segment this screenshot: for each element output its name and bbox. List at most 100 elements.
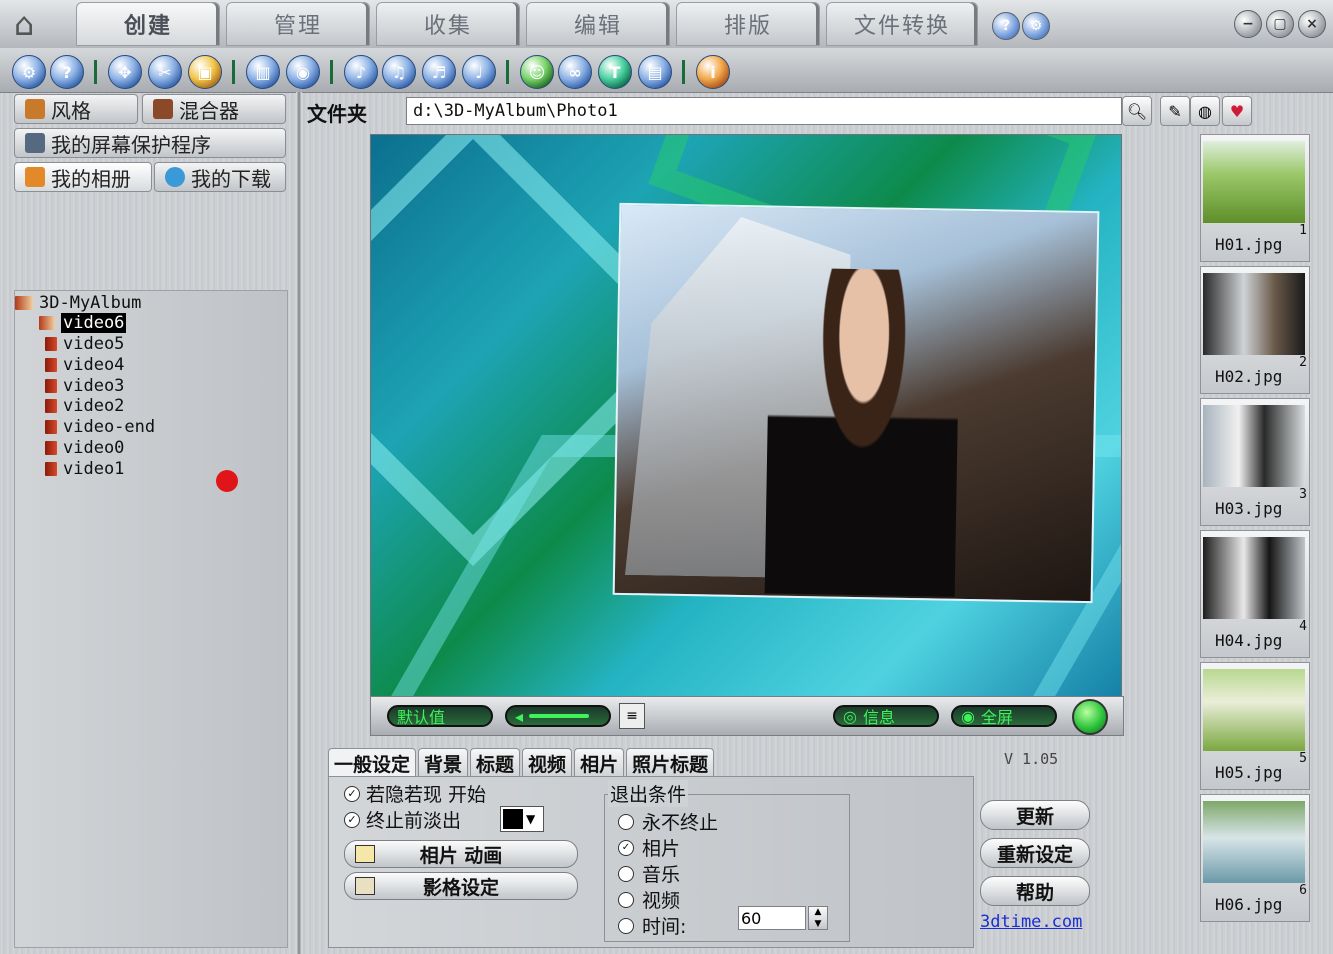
thumbnail[interactable]: 1 H01.jpg <box>1200 134 1310 262</box>
tree-item[interactable]: video3 <box>45 376 124 396</box>
tab-photo-title[interactable]: 照片标题 <box>626 748 715 777</box>
thumbnail-image <box>1203 669 1305 751</box>
arrow-down-icon[interactable]: ▼ <box>815 919 822 929</box>
tab-my-albums[interactable]: 我的相册 <box>14 162 152 192</box>
tab-video[interactable]: 视频 <box>522 748 573 777</box>
close-icon[interactable]: × <box>1298 10 1326 38</box>
thumbnail[interactable]: 6 H06.jpg <box>1200 794 1310 922</box>
music-edit-icon[interactable]: ♬ <box>422 55 456 89</box>
music-icon[interactable]: ♪ <box>344 55 378 89</box>
thumbnail[interactable]: 3 H03.jpg <box>1200 398 1310 526</box>
tab-file-convert[interactable]: 文件转换 <box>826 2 978 46</box>
arrow-up-icon[interactable]: ▲ <box>815 907 822 917</box>
frame-icon[interactable]: ▤ <box>638 55 672 89</box>
website-link[interactable]: 3dtime.com <box>980 912 1082 932</box>
fullscreen-button[interactable]: ◉ 全屏 <box>951 705 1057 727</box>
info-button[interactable]: ◎ 信息 <box>833 705 939 727</box>
tab-my-downloads[interactable]: 我的下载 <box>154 162 286 192</box>
tab-manage[interactable]: 管理 <box>226 2 370 46</box>
book-icon[interactable]: ▥ <box>246 55 280 89</box>
tab-general[interactable]: 一般设定 <box>328 748 417 777</box>
mixer-label: 混合器 <box>179 98 239 123</box>
maximize-icon[interactable]: ▢ <box>1266 10 1294 38</box>
tree-item[interactable]: video-end <box>45 417 155 437</box>
home-icon[interactable]: ⌂ <box>4 4 44 44</box>
tree-item-label: video-end <box>63 417 156 437</box>
info-icon[interactable]: i <box>696 55 730 89</box>
fade-color-picker[interactable]: ▼ <box>500 806 544 832</box>
exit-music-radio[interactable]: 音乐 <box>618 860 680 887</box>
tab-edit[interactable]: 编辑 <box>526 2 670 46</box>
cd-icon[interactable]: ◉ <box>286 55 320 89</box>
info-icon: ◎ <box>843 706 857 726</box>
tab-title[interactable]: 标题 <box>470 748 521 777</box>
settings-icon[interactable]: ⚙ <box>1022 12 1050 40</box>
checkmark-icon: ✓ <box>344 811 360 828</box>
tree-item[interactable]: video6 <box>39 313 127 333</box>
style-button[interactable]: 风格 <box>14 94 138 124</box>
tab-create[interactable]: 创建 <box>76 2 220 46</box>
exit-time-radio[interactable]: 时间: <box>618 912 686 939</box>
help-icon[interactable]: ? <box>992 12 1020 40</box>
thumbnail-number: 3 <box>1299 487 1307 502</box>
tab-photo[interactable]: 相片 <box>574 748 625 777</box>
fade-out-checkbox[interactable]: ✓ 终止前淡出 <box>344 806 461 833</box>
move-icon[interactable]: ✥ <box>108 55 142 89</box>
exit-photo-radio[interactable]: ✓ 相片 <box>618 834 680 861</box>
preview-screen[interactable] <box>370 134 1122 698</box>
play-button[interactable] <box>1072 699 1108 735</box>
tree-item-label: video6 <box>61 313 127 333</box>
tree-item[interactable]: video2 <box>45 396 124 416</box>
gear-icon[interactable]: ⚙ <box>12 55 46 89</box>
mixer-button[interactable]: 混合器 <box>142 94 286 124</box>
fade-in-checkbox[interactable]: ✓ 若隐若现 开始 <box>344 780 486 807</box>
exit-video-radio[interactable]: 视频 <box>618 886 680 913</box>
fullscreen-icon: ◉ <box>961 706 975 726</box>
screensaver-button[interactable]: 我的屏幕保护程序 <box>14 128 286 158</box>
exit-condition-title: 退出条件 <box>608 780 689 807</box>
minimize-icon[interactable]: − <box>1234 10 1262 38</box>
tab-background[interactable]: 背景 <box>418 748 469 777</box>
tools-icon[interactable]: ✂ <box>148 55 182 89</box>
thumbnail[interactable]: 2 H02.jpg <box>1200 266 1310 394</box>
photo-animation-label: 相片 动画 <box>419 844 503 867</box>
music-add-icon[interactable]: ♫ <box>382 55 416 89</box>
tree-item[interactable]: video4 <box>45 355 124 375</box>
default-button[interactable]: 默认值 <box>387 705 493 727</box>
tree-item[interactable]: video1 <box>45 459 124 479</box>
thumbnail-number: 4 <box>1299 619 1307 634</box>
frame-settings-button[interactable]: 影格设定 <box>344 872 578 900</box>
text-icon[interactable]: T <box>598 55 632 89</box>
version-label: V 1.05 <box>1004 750 1059 768</box>
volume-slider[interactable]: ◂ <box>505 705 611 727</box>
reset-button[interactable]: 重新设定 <box>980 838 1090 868</box>
thumbnail-name: H02.jpg <box>1215 367 1283 386</box>
update-button[interactable]: 更新 <box>980 800 1090 830</box>
list-icon[interactable]: ≡ <box>619 703 645 729</box>
time-input[interactable]: 60 <box>738 906 806 930</box>
frame-icon <box>355 845 375 863</box>
time-stepper[interactable]: ▲ ▼ <box>808 906 828 930</box>
music-delete-icon[interactable]: ♩ <box>462 55 496 89</box>
link-icon[interactable]: ∞ <box>558 55 592 89</box>
photo-animation-button[interactable]: 相片 动画 <box>344 840 578 868</box>
camera-icon[interactable]: ▣ <box>188 55 222 89</box>
tab-layout[interactable]: 排版 <box>676 2 820 46</box>
thumbnail[interactable]: 4 H04.jpg <box>1200 530 1310 658</box>
folder-path-input[interactable]: d:\3D-MyAlbum\Photo1 <box>406 97 1122 125</box>
palette-icon[interactable]: ◍ <box>1190 96 1220 126</box>
tree-root[interactable]: 3D-MyAlbum <box>15 293 141 313</box>
tree-item[interactable]: video5 <box>45 334 124 354</box>
help-button[interactable]: 帮助 <box>980 876 1090 906</box>
browse-search-icon[interactable]: 🔍︎ <box>1122 96 1152 126</box>
user-icon[interactable]: ☺ <box>520 55 554 89</box>
album-tree[interactable]: 3D-MyAlbum video6 video5 video4 video3 v… <box>14 290 288 948</box>
exit-never-radio[interactable]: 永不终止 <box>618 808 718 835</box>
tree-item[interactable]: video0 <box>45 438 124 458</box>
pencil-icon[interactable]: ✎ <box>1160 96 1190 126</box>
tab-collect[interactable]: 收集 <box>376 2 520 46</box>
thumbnail[interactable]: 5 H05.jpg <box>1200 662 1310 790</box>
panel-splitter[interactable] <box>296 92 302 954</box>
heart-icon[interactable]: ♥ <box>1222 96 1252 126</box>
help-icon[interactable]: ? <box>50 55 84 89</box>
